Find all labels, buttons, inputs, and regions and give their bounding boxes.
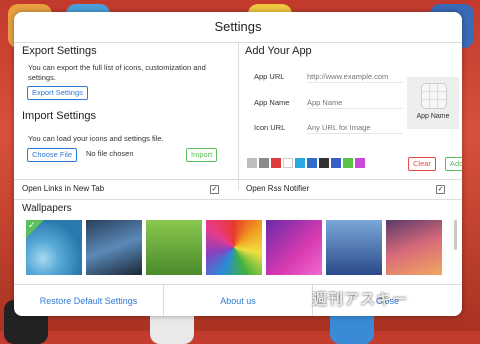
wallpaper-thumb-magenta[interactable] [266,220,322,275]
color-swatch[interactable] [271,158,281,168]
wallpaper-thumb-blue-haze[interactable] [326,220,382,275]
about-us-button[interactable]: About us [164,285,312,316]
color-swatches [247,158,365,168]
file-status: No file chosen [86,149,134,158]
import-heading: Import Settings [22,110,96,122]
rss-label: Open Rss Notifier [246,184,310,193]
wallpaper-scrollbar[interactable] [454,220,457,250]
wallpaper-thumb-grass[interactable] [146,220,202,275]
app-name-input[interactable] [307,96,403,109]
export-description: You can export the full list of icons, c… [28,63,206,82]
app-icon-preview: App Name [407,77,459,129]
color-swatch[interactable] [319,158,329,168]
color-swatch[interactable] [259,158,269,168]
checkmark-icon: ✓ [28,220,36,230]
open-links-label: Open Links in New Tab [22,184,105,193]
wallpaper-thumb-blue-bokeh[interactable]: ✓ [26,220,82,275]
left-panel: Export Settings You can export the full … [14,43,239,190]
options-row: Open Links in New Tab ✓ Open Rss Notifie… [14,179,462,200]
add-button[interactable]: Add [445,157,462,171]
app-url-label: App URL [254,72,285,81]
modal-title: Settings [14,12,462,43]
app-name-label: App Name [254,98,290,107]
icon-url-label: Icon URL [254,123,286,132]
publisher-watermark: 週刊アスキー [312,291,409,308]
wallpaper-thumb-sunset[interactable] [386,220,442,275]
color-swatch[interactable] [295,158,305,168]
color-swatch[interactable] [283,158,293,168]
export-settings-button[interactable]: Export Settings [27,86,88,100]
wallpaper-strip: ✓ [26,220,456,276]
restore-defaults-button[interactable]: Restore Default Settings [14,285,163,316]
settings-modal: Settings Export Settings You can export … [14,12,462,316]
color-swatch[interactable] [331,158,341,168]
color-swatch[interactable] [343,158,353,168]
add-app-panel: Add Your App App URL App Name Icon URL A… [239,43,462,190]
wallpapers-heading: Wallpapers [22,203,72,214]
choose-file-button[interactable]: Choose File [27,148,78,162]
wallpaper-thumb-night[interactable] [86,220,142,275]
clear-button[interactable]: Clear [408,157,436,171]
import-description: You can load your icons and settings fil… [28,134,164,143]
import-button[interactable]: Import [186,148,218,162]
preview-label: App Name [416,113,450,120]
color-swatch[interactable] [355,158,365,168]
color-swatch[interactable] [307,158,317,168]
color-swatch[interactable] [247,158,257,168]
icon-url-input[interactable] [307,121,403,134]
app-url-input[interactable] [307,70,403,83]
app-grid-icon [421,83,447,109]
wallpaper-thumb-petals[interactable] [206,220,262,275]
open-links-checkbox[interactable]: ✓ [210,185,219,194]
add-app-heading: Add Your App [245,45,312,57]
rss-checkbox[interactable]: ✓ [436,185,445,194]
export-heading: Export Settings [22,45,97,57]
